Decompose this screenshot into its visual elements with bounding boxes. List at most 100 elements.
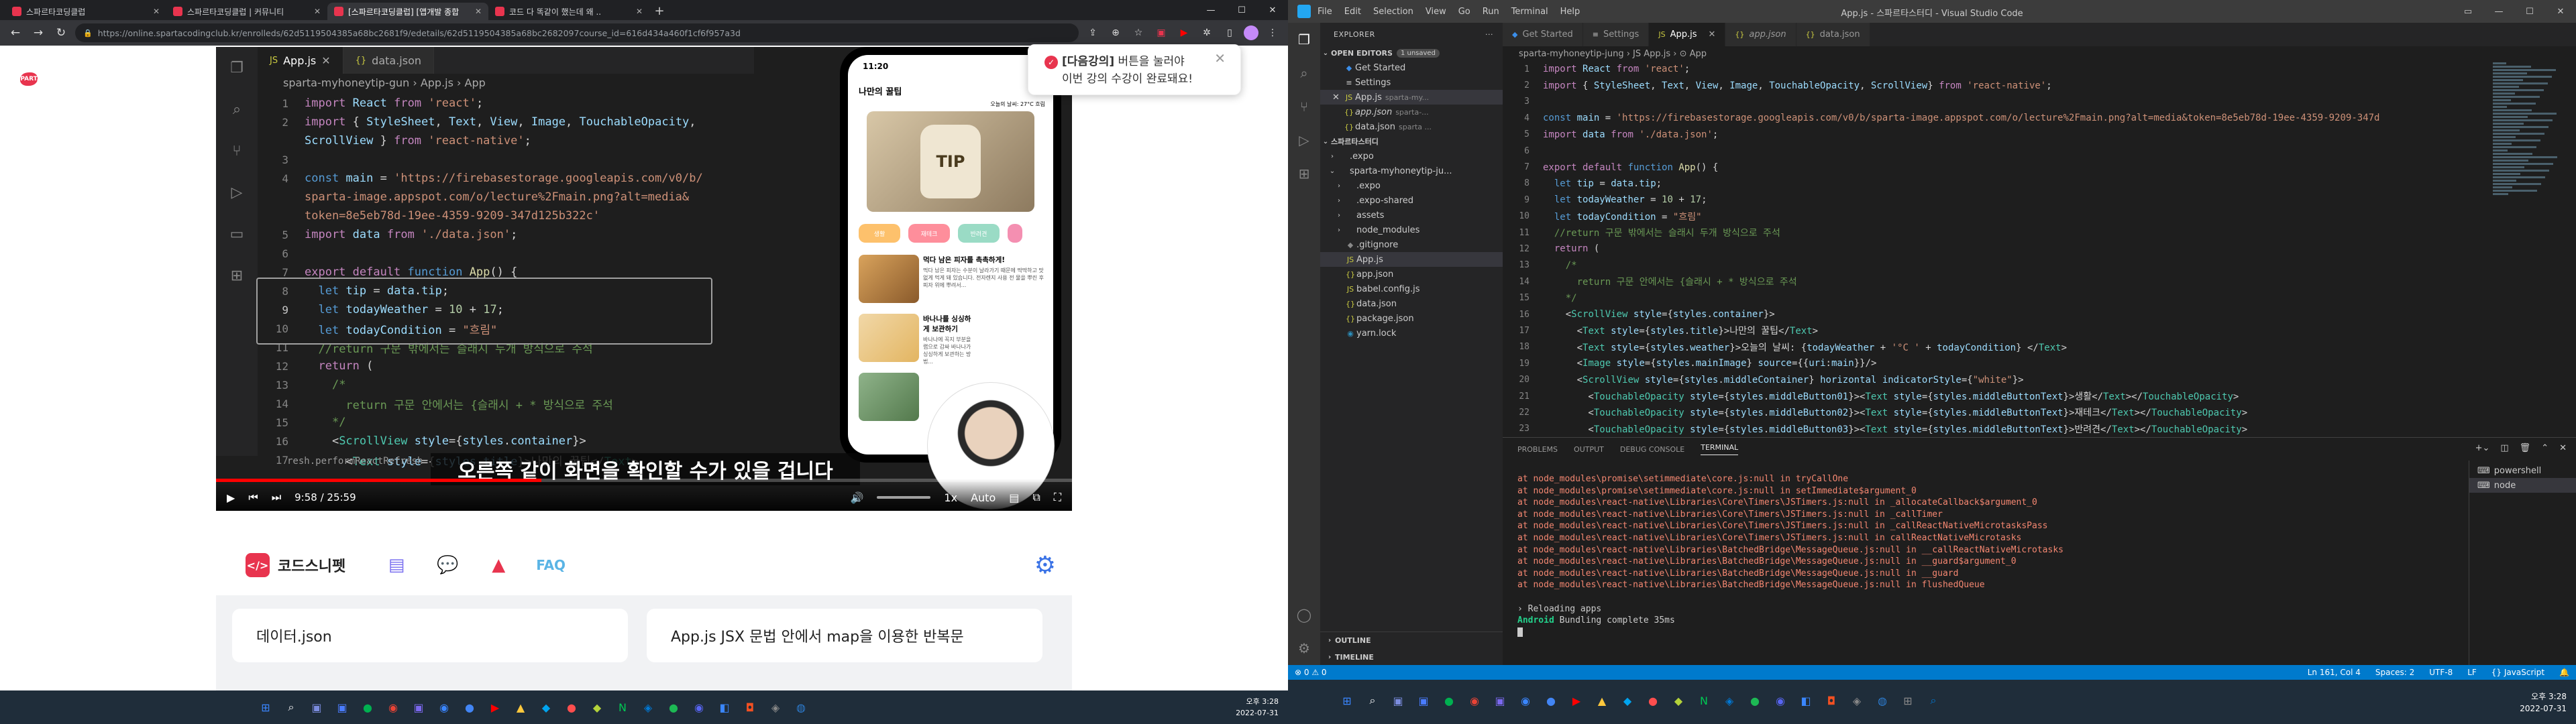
taskbar-app-icon[interactable]: ◘ bbox=[1821, 690, 1842, 711]
sidebar-icon[interactable]: ▯ bbox=[1221, 24, 1238, 42]
zoom-icon[interactable]: ⊕ bbox=[1107, 24, 1124, 42]
taskbar-app-icon[interactable]: ◉ bbox=[688, 697, 710, 717]
split-icon[interactable]: ◫ bbox=[2500, 443, 2508, 453]
search-icon[interactable]: ⌕ bbox=[1288, 56, 1320, 90]
close-icon[interactable]: ✕ bbox=[636, 7, 643, 16]
timeline-header[interactable]: › TIMELINE bbox=[1320, 649, 1503, 666]
terminal-instance[interactable]: ⌨ node bbox=[2469, 478, 2576, 493]
open-editor-item[interactable]: ≡ Settings bbox=[1320, 75, 1503, 90]
panel-tab-output[interactable]: OUTPUT bbox=[1574, 445, 1604, 454]
problems-status[interactable]: ⊗ 0 ⚠ 0 bbox=[1295, 668, 1327, 677]
volume-slider[interactable] bbox=[877, 496, 931, 499]
folder-item[interactable]: › .expo-shared bbox=[1320, 193, 1503, 208]
status-item[interactable]: Spaces: 2 bbox=[2375, 668, 2414, 677]
browser-tab[interactable]: [스파르타코딩클럽] [앱개발 종합 ✕ bbox=[327, 3, 488, 20]
taskbar-app-icon[interactable]: ● bbox=[1540, 690, 1562, 711]
minimize-icon[interactable]: — bbox=[1195, 0, 1226, 20]
taskbar-app-icon[interactable]: ▣ bbox=[1413, 690, 1434, 711]
open-editor-item[interactable]: ◆ Get Started bbox=[1320, 60, 1503, 75]
editor-tab[interactable]: JS App.js ✕ bbox=[1649, 23, 1726, 46]
snippet-card[interactable]: 데이터.json bbox=[232, 609, 628, 662]
faq-button[interactable]: FAQ bbox=[536, 557, 566, 573]
panel-tab-problems[interactable]: PROBLEMS bbox=[1517, 445, 1558, 454]
bookmark-star-icon[interactable]: ☆ bbox=[1130, 24, 1147, 42]
maximize-icon[interactable]: ☐ bbox=[2514, 0, 2545, 23]
open-editor-item[interactable]: {} data.json sparta ... bbox=[1320, 119, 1503, 134]
maximize-icon[interactable]: ☐ bbox=[1226, 0, 1257, 20]
forward-icon[interactable]: → bbox=[30, 26, 47, 40]
taskbar-app-icon[interactable]: ◧ bbox=[714, 697, 735, 717]
file-item[interactable]: JS App.js bbox=[1320, 252, 1503, 267]
close-icon[interactable]: ✕ bbox=[1214, 50, 1226, 66]
extensions-icon[interactable]: ⊞ bbox=[1288, 157, 1320, 190]
taskbar-app-icon[interactable]: ◉ bbox=[1515, 690, 1536, 711]
taskbar-app-icon[interactable]: ⊞ bbox=[1897, 690, 1919, 711]
menu-dots-icon[interactable]: ⋮ bbox=[1264, 24, 1281, 42]
taskbar-app-icon[interactable]: ⌕ bbox=[1362, 690, 1383, 711]
status-item[interactable]: {} JavaScript bbox=[2491, 668, 2544, 677]
close-icon[interactable]: ✕ bbox=[475, 7, 482, 16]
taskbar-app-icon[interactable]: ◘ bbox=[739, 697, 761, 717]
editor-tab[interactable]: {} data.json bbox=[1796, 23, 1870, 46]
taskbar-app-icon[interactable]: ● bbox=[1438, 690, 1460, 711]
run-debug-icon[interactable]: ▷ bbox=[1288, 123, 1320, 157]
taskbar-app-icon[interactable]: ⌕ bbox=[1923, 690, 1944, 711]
taskbar-app-icon[interactable]: ◉ bbox=[1464, 690, 1485, 711]
close-icon[interactable]: ✕ bbox=[1257, 0, 1288, 20]
profile-avatar[interactable] bbox=[1244, 25, 1258, 40]
quality-setting[interactable]: Auto bbox=[971, 491, 996, 504]
terminal-output[interactable]: at node_modules\promise\setimmediate\cor… bbox=[1517, 474, 2443, 639]
pip-icon[interactable]: ⧉ bbox=[1032, 491, 1040, 504]
file-item[interactable]: ◆ .gitignore bbox=[1320, 237, 1503, 252]
chevron-up-icon[interactable]: ⌃ bbox=[2541, 443, 2548, 453]
editor-tab[interactable]: ≡ Settings bbox=[1582, 23, 1650, 46]
trash-icon[interactable]: 🗑 bbox=[2520, 443, 2531, 453]
taskbar-app-icon[interactable]: ◆ bbox=[535, 697, 557, 717]
terminal-instance[interactable]: ⌨ powershell bbox=[2469, 463, 2576, 478]
playback-speed[interactable]: 1x bbox=[944, 491, 957, 504]
more-icon[interactable]: ··· bbox=[1485, 30, 1503, 39]
snippet-card[interactable]: App.js JSX 문법 안에서 map을 이용한 반복문 bbox=[647, 609, 1042, 662]
previous-icon[interactable]: ⏮ bbox=[248, 491, 258, 504]
account-icon[interactable]: ◯ bbox=[1288, 598, 1320, 631]
status-item[interactable]: Ln 161, Col 4 bbox=[2308, 668, 2361, 677]
minimize-icon[interactable]: — bbox=[2483, 0, 2514, 23]
taskbar-app-icon[interactable]: ◈ bbox=[637, 697, 659, 717]
close-icon[interactable]: ✕ bbox=[2545, 0, 2576, 23]
document-icon[interactable]: ▤ bbox=[383, 553, 410, 577]
folder-item[interactable]: › node_modules bbox=[1320, 223, 1503, 237]
code-snippet-tab[interactable]: </> 코드스니펫 bbox=[232, 535, 360, 595]
taskbar-app-icon[interactable]: ▶ bbox=[1566, 690, 1587, 711]
status-item[interactable]: LF bbox=[2467, 668, 2477, 677]
folder-item[interactable]: › assets bbox=[1320, 208, 1503, 223]
panel-tab-debug-console[interactable]: DEBUG CONSOLE bbox=[1620, 445, 1684, 454]
youtube-ext-icon[interactable]: ▶ bbox=[1175, 24, 1193, 42]
captions-icon[interactable]: ▤ bbox=[1009, 491, 1019, 504]
taskbar-app-icon[interactable]: ◍ bbox=[790, 697, 812, 717]
close-icon[interactable]: ✕ bbox=[314, 7, 321, 16]
back-icon[interactable]: ← bbox=[7, 26, 24, 40]
browser-tab[interactable]: 스파르타코딩클럽 ✕ bbox=[5, 3, 166, 20]
close-icon[interactable]: ✕ bbox=[1332, 93, 1343, 103]
layout-icon[interactable]: ▭ bbox=[2453, 0, 2483, 23]
outline-header[interactable]: › OUTLINE bbox=[1320, 632, 1503, 649]
taskbar-app-icon[interactable]: ◆ bbox=[1668, 690, 1689, 711]
file-item[interactable]: {} data.json bbox=[1320, 296, 1503, 311]
chat-icon[interactable]: 💬 bbox=[434, 553, 461, 577]
taskbar-app-icon[interactable]: ⌕ bbox=[280, 697, 302, 717]
close-icon[interactable]: ✕ bbox=[2559, 443, 2567, 453]
taskbar-app-icon[interactable]: ◈ bbox=[1846, 690, 1868, 711]
sparta-logo[interactable]: SPARTA bbox=[16, 72, 42, 86]
puzzle-icon[interactable]: ✲ bbox=[1198, 24, 1216, 42]
taskbar-app-icon[interactable]: ▶ bbox=[484, 697, 506, 717]
taskbar-app-icon[interactable]: ▣ bbox=[306, 697, 327, 717]
taskbar-app-icon[interactable]: ◉ bbox=[382, 697, 404, 717]
file-item[interactable]: ◉ yarn.lock bbox=[1320, 326, 1503, 341]
folder-item[interactable]: › .expo bbox=[1320, 149, 1503, 164]
close-icon[interactable]: ✕ bbox=[1708, 29, 1715, 40]
folder-item[interactable]: ⌄ sparta-myhoneytip-ju... bbox=[1320, 164, 1503, 178]
warning-icon[interactable]: ▲ bbox=[485, 553, 512, 577]
taskbar-app-icon[interactable]: ● bbox=[561, 697, 582, 717]
taskbar-app-icon[interactable]: ◉ bbox=[1770, 690, 1791, 711]
open-editor-item[interactable]: ✕ JS App.js sparta-my... bbox=[1320, 90, 1503, 105]
